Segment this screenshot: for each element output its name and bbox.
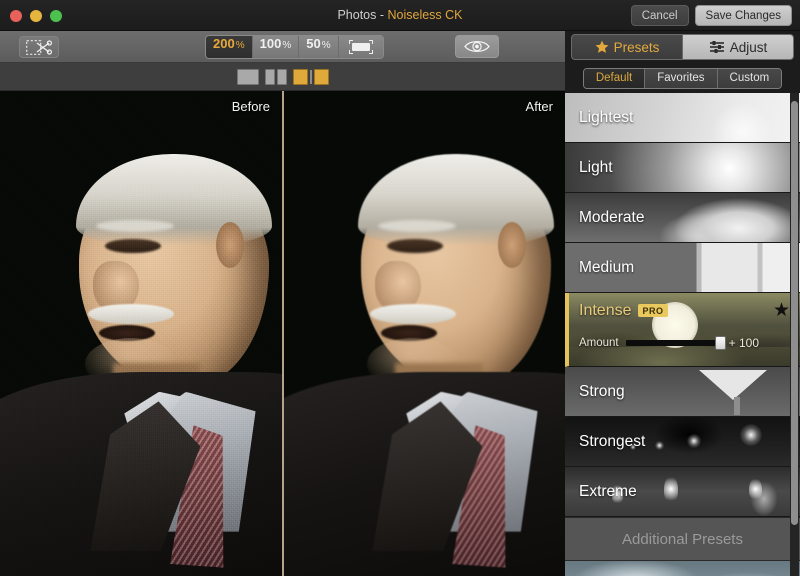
after-photo (284, 91, 565, 576)
preset-category-group: Default Favorites Custom (582, 67, 783, 89)
amount-control: Amount + 100 (579, 336, 800, 350)
zoom-50-value: 50 (306, 36, 321, 51)
eye-preview-icon (464, 40, 490, 53)
preset-item-lightest[interactable]: Lightest (565, 93, 800, 143)
fit-to-screen-icon (348, 40, 373, 54)
additional-presets-button[interactable]: Additional Presets (565, 517, 800, 561)
after-pane[interactable]: After (284, 91, 565, 576)
preset-list[interactable]: Lightest Light Moderate Medium Intense P… (565, 93, 800, 576)
preset-item-extreme[interactable]: Extreme (565, 467, 800, 517)
title-bar-actions: Cancel Save Changes (630, 5, 792, 26)
noise-grain-overlay (0, 91, 282, 576)
image-canvas[interactable]: Before After (0, 91, 565, 576)
preset-item-moderate[interactable]: Moderate (565, 193, 800, 243)
scrollbar-thumb[interactable] (791, 101, 798, 525)
side-by-side-icon-left (292, 68, 308, 85)
view-mode-toolbar (0, 63, 565, 91)
preset-item-partial[interactable] (565, 561, 800, 576)
split-view-icon-left (264, 68, 275, 85)
tab-presets-label: Presets (613, 39, 660, 55)
preset-label: Moderate (579, 208, 645, 226)
pro-badge: PRO (638, 304, 668, 317)
right-panel: Presets Adjust Default Favorites Custom (565, 31, 800, 576)
tab-adjust[interactable]: Adjust (683, 34, 794, 60)
preset-item-intense[interactable]: Intense PRO ★ Amount + 100 (565, 293, 800, 367)
preset-label: Lightest (579, 108, 634, 126)
view-mode-side-by-side-button[interactable] (292, 68, 329, 85)
zoom-level-group: 200% 100% 50% (205, 35, 384, 59)
save-changes-button[interactable]: Save Changes (694, 5, 792, 26)
main-toolbar: 200% 100% 50% (0, 31, 565, 63)
zoom-200-value: 200 (213, 36, 235, 51)
document-name-label: Noiseless CK (387, 8, 463, 22)
before-label: Before (231, 99, 270, 114)
split-view-icon-right (276, 68, 287, 85)
crop-scissors-icon (26, 39, 52, 55)
preset-label: Intense (579, 301, 632, 319)
panel-tab-bar: Presets Adjust (565, 31, 800, 63)
amount-slider[interactable] (625, 336, 726, 350)
tab-presets[interactable]: Presets (571, 34, 683, 60)
subtab-custom[interactable]: Custom (717, 68, 782, 88)
zoom-100-button[interactable]: 100% (252, 36, 300, 58)
before-pane[interactable]: Before (0, 91, 282, 576)
preset-item-medium[interactable]: Medium (565, 243, 800, 293)
single-view-icon (236, 68, 259, 85)
favorite-star-icon[interactable]: ★ (773, 301, 790, 320)
side-by-side-icon-right (313, 68, 329, 85)
preset-label: Strong (579, 382, 625, 400)
sliders-icon (709, 41, 724, 53)
amount-value: + 100 (728, 336, 760, 350)
zoom-100-value: 100 (259, 36, 282, 51)
zoom-200-unit: % (235, 40, 245, 51)
preset-thumbnail (565, 561, 800, 576)
zoom-50-unit: % (321, 40, 331, 51)
zoom-100-unit: % (282, 40, 292, 51)
zoom-50-button[interactable]: 50% (299, 36, 339, 58)
title-bar: Photos - Noiseless CK Cancel Save Change… (0, 0, 800, 31)
title-separator: - (376, 8, 388, 22)
preset-list-scrollbar[interactable] (790, 93, 799, 576)
preset-item-strong[interactable]: Strong (565, 367, 800, 417)
fit-to-screen-button[interactable] (338, 36, 383, 58)
preset-item-light[interactable]: Light (565, 143, 800, 193)
preview-toggle-button[interactable] (455, 35, 499, 58)
crop-tool-button[interactable] (19, 36, 59, 58)
preset-label: Strongest (579, 432, 646, 450)
amount-slider-knob[interactable] (714, 336, 726, 350)
preset-item-strongest[interactable]: Strongest (565, 417, 800, 467)
app-name-label: Photos (337, 8, 377, 22)
preset-label: Light (579, 158, 613, 176)
view-mode-split-button[interactable] (264, 68, 287, 85)
zoom-200-button[interactable]: 200% (206, 36, 253, 58)
subtab-default[interactable]: Default (583, 68, 646, 88)
subtab-favorites[interactable]: Favorites (645, 68, 718, 88)
before-photo (0, 91, 282, 576)
amount-label: Amount (579, 337, 619, 349)
star-icon (595, 40, 609, 53)
preset-label: Medium (579, 258, 635, 276)
preset-label: Extreme (579, 482, 637, 500)
panel-subtab-bar: Default Favorites Custom (565, 63, 800, 93)
tab-adjust-label: Adjust (729, 39, 768, 55)
cancel-button[interactable]: Cancel (630, 5, 689, 26)
after-label: After (525, 99, 553, 114)
view-mode-single-button[interactable] (236, 68, 259, 85)
side-by-side-icon-divider (309, 69, 312, 84)
app-window: Photos - Noiseless CK Cancel Save Change… (0, 0, 800, 576)
